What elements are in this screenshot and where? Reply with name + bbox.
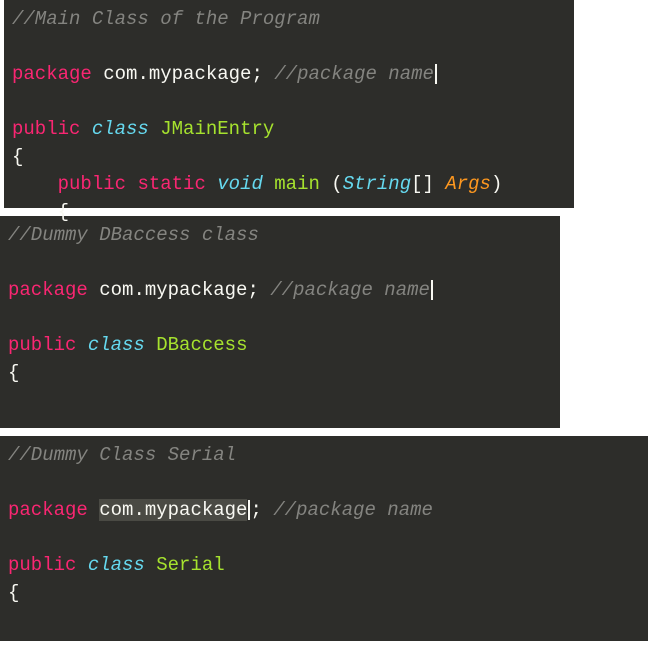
code-text [80,118,91,140]
class-name: JMainEntry [160,118,274,140]
code-line [8,470,640,498]
code-text [149,118,160,140]
code-line: //Dummy DBaccess class [8,222,552,250]
code-text [88,279,99,301]
paren: ) [491,173,502,195]
code-line [8,607,640,635]
code-text [88,499,99,521]
code-text [262,499,273,521]
semicolon: ; [247,279,258,301]
semicolon: ; [250,499,261,521]
code-text [92,63,103,85]
code-line: { [12,144,566,172]
keyword-void: void [217,173,263,195]
code-line: package com.mypackage; //package name [8,277,552,305]
code-line [8,250,552,278]
keyword-class: class [92,118,149,140]
code-line: //Dummy Class Serial [8,442,640,470]
code-line: public class JMainEntry [12,116,566,144]
brace: { [8,582,19,604]
code-text [320,173,331,195]
code-text [76,334,87,356]
selected-text: com.mypackage [99,499,247,521]
cursor-icon [435,64,437,84]
brackets: [] [411,173,434,195]
code-text [259,279,270,301]
package-name: com.mypackage [99,279,247,301]
keyword-public: public [8,554,76,576]
keyword-public: public [8,334,76,356]
keyword-package: package [12,63,92,85]
cursor-icon [431,280,433,300]
code-line: public static void main (String[] Args) [12,171,566,199]
code-line [12,89,566,117]
code-block-3: //Dummy Class Serial package com.mypacka… [0,436,648,641]
code-text [126,173,137,195]
indent [12,201,58,223]
keyword-public: public [12,118,80,140]
semicolon: ; [251,63,262,85]
paren: ( [331,173,342,195]
method-name: main [274,173,320,195]
type-string: String [343,173,411,195]
brace: { [58,201,69,223]
comment: //package name [273,499,433,521]
code-line: //Main Class of the Program [12,6,566,34]
keyword-public: public [58,173,126,195]
code-line: public class DBaccess [8,332,552,360]
comment: //Dummy DBaccess class [8,224,259,246]
keyword-class: class [88,554,145,576]
code-text [76,554,87,576]
keyword-class: class [88,334,145,356]
code-line: { [8,580,640,608]
code-line: package com.mypackage; //package name [12,61,566,89]
code-line [12,34,566,62]
code-line [8,387,552,415]
code-text [206,173,217,195]
code-text [263,173,274,195]
class-name: Serial [156,554,224,576]
code-line [8,305,552,333]
comment: //Dummy Class Serial [8,444,236,466]
comment: //package name [274,63,434,85]
code-block-1: //Main Class of the Program package com.… [4,0,574,208]
code-text [263,63,274,85]
code-block-2: //Dummy DBaccess class package com.mypac… [0,216,560,428]
keyword-package: package [8,279,88,301]
comment: //Main Class of the Program [12,8,320,30]
class-name: DBaccess [156,334,247,356]
code-line: package com.mypackage; //package name [8,497,640,525]
code-text [145,334,156,356]
param-name: Args [445,173,491,195]
code-line [8,525,640,553]
keyword-static: static [137,173,205,195]
comment: //package name [270,279,430,301]
brace: { [12,146,23,168]
code-line: public class Serial [8,552,640,580]
package-name: com.mypackage [103,63,251,85]
keyword-package: package [8,499,88,521]
code-line: { [8,360,552,388]
brace: { [8,362,19,384]
indent [12,173,58,195]
code-text [145,554,156,576]
code-text [434,173,445,195]
